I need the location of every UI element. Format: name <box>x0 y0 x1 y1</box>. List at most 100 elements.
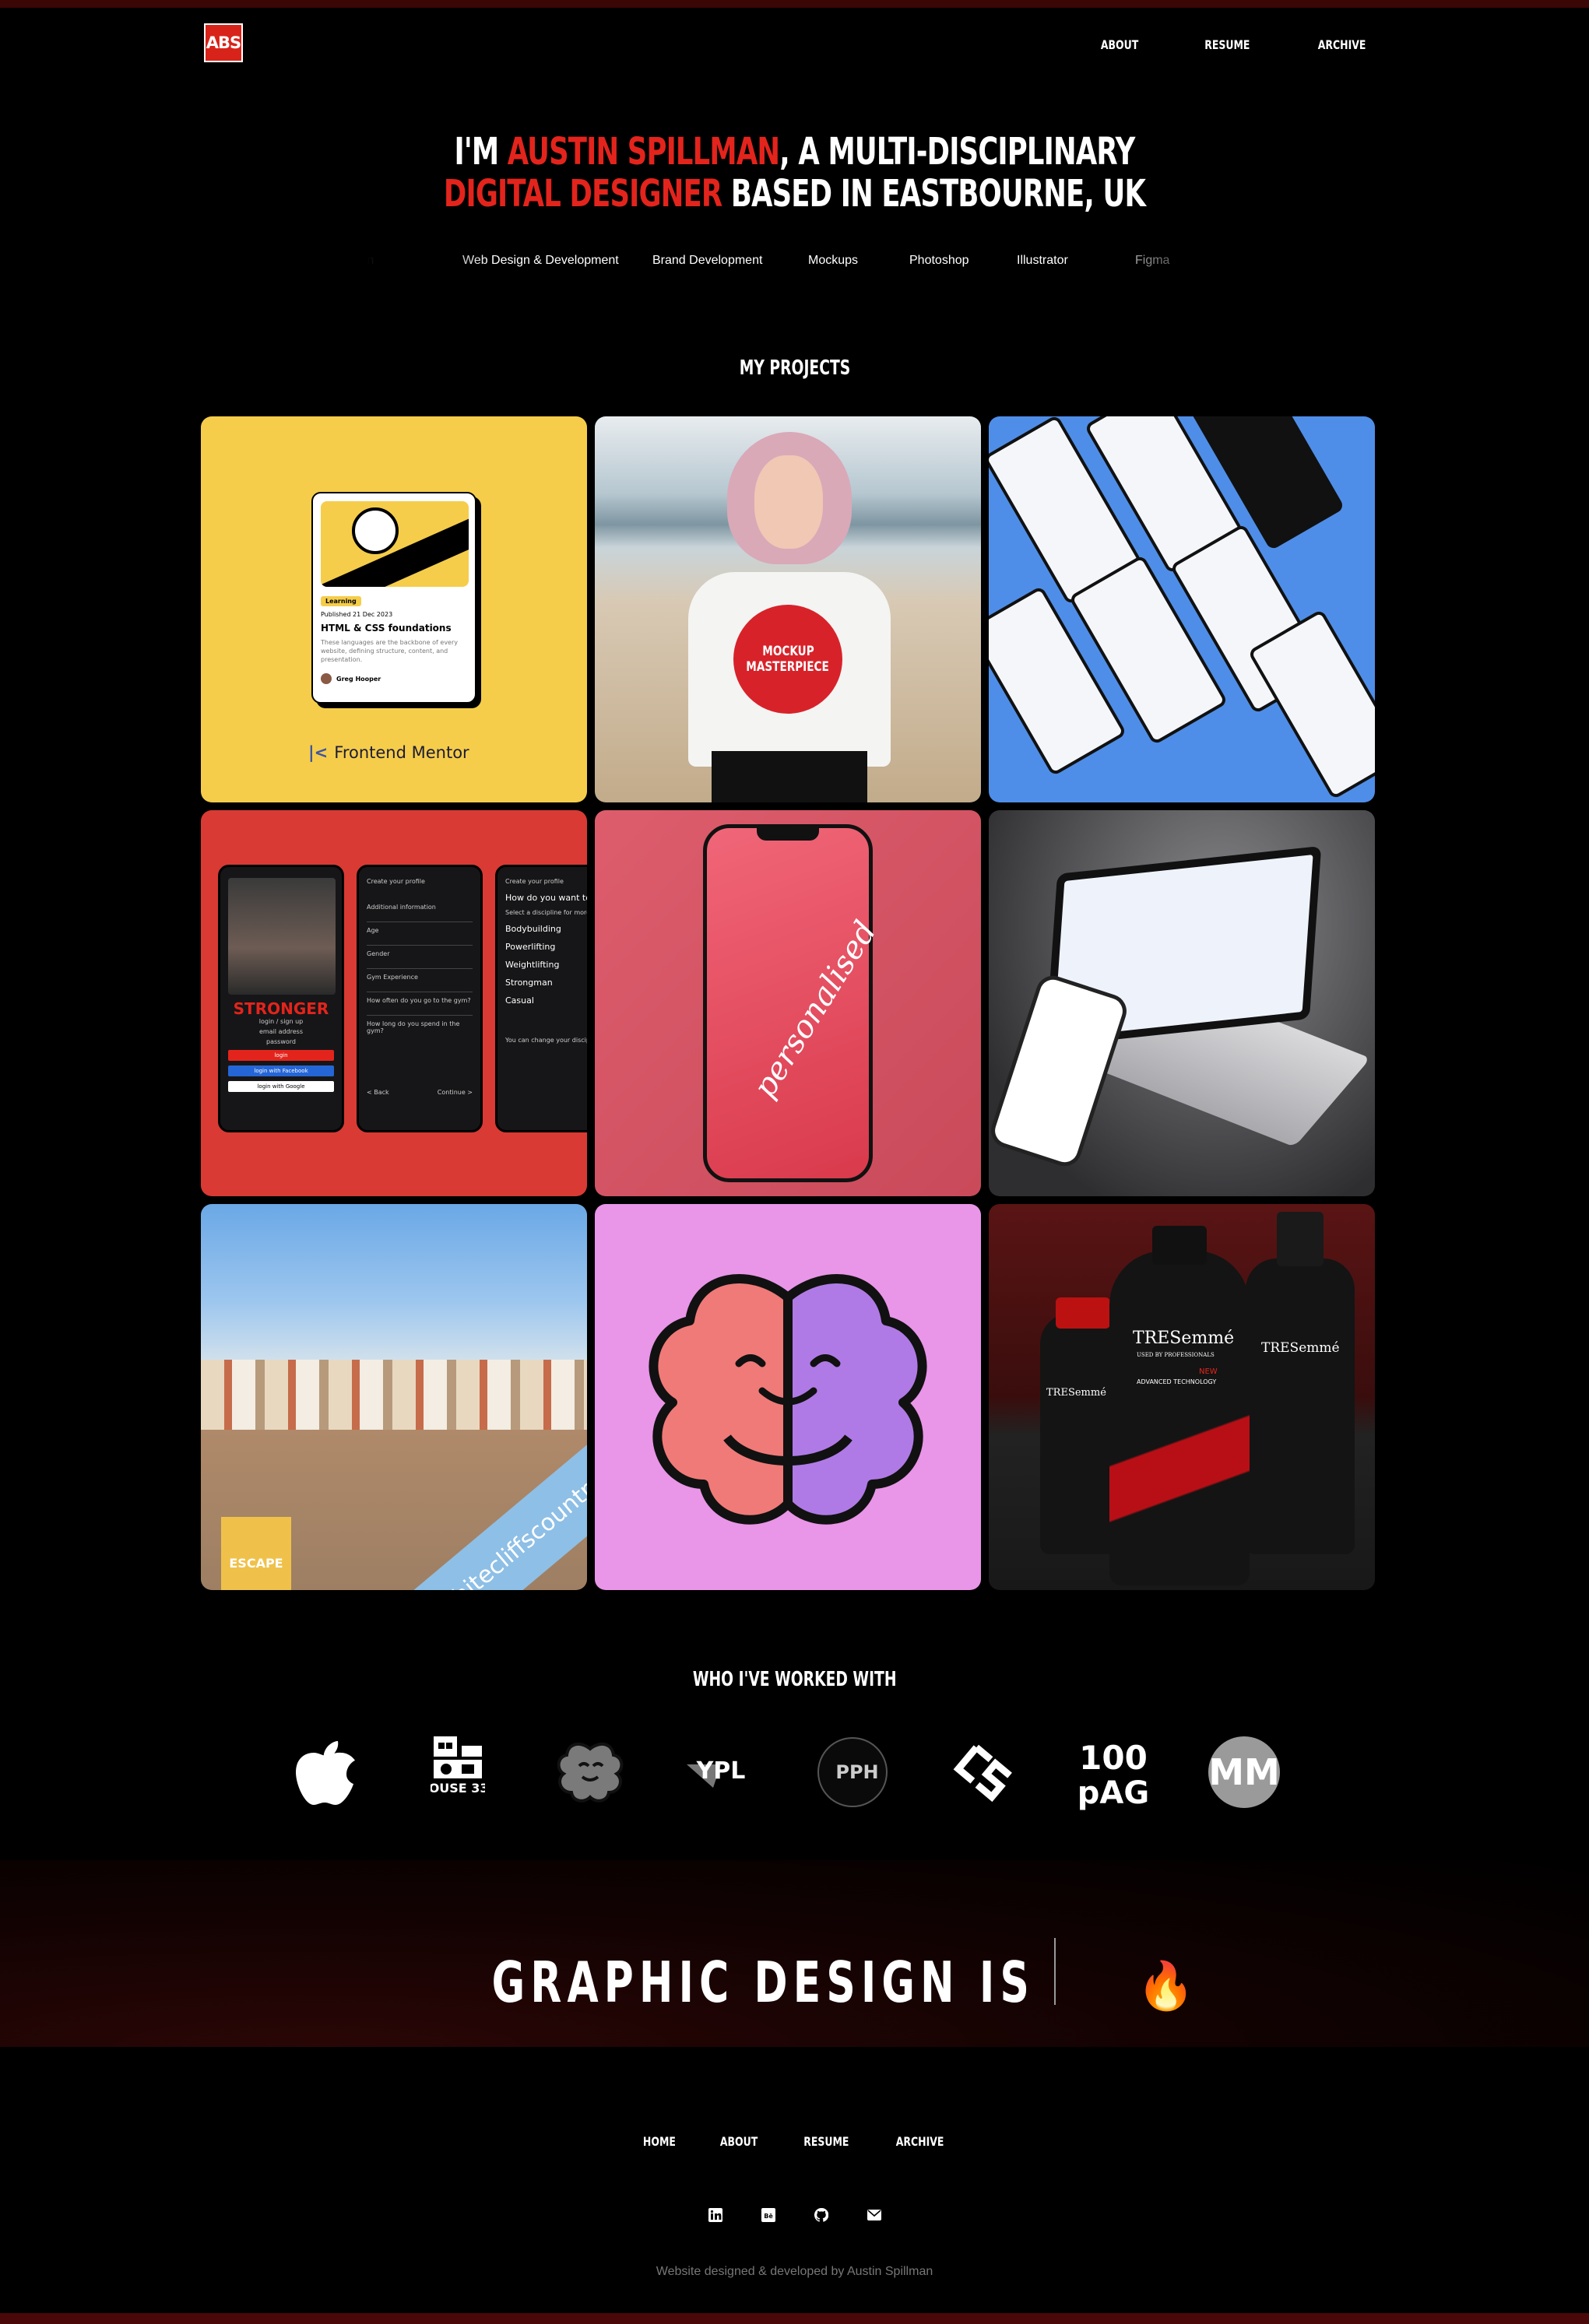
discipline-hint: Select a discipline for more information <box>505 909 587 916</box>
skill-item: Mockups <box>808 254 859 267</box>
nav-about[interactable]: ABOUT <box>1101 37 1138 52</box>
project-diamond-app[interactable] <box>989 416 1375 802</box>
label-new: NEW <box>1199 1367 1218 1376</box>
hero-name: AUSTIN SPILLMAN <box>507 130 780 174</box>
pph-logo-icon: PPH <box>814 1729 891 1815</box>
nav-archive[interactable]: ARCHIVE <box>1318 37 1366 52</box>
svg-text:HOUSE 337: HOUSE 337 <box>431 1781 485 1796</box>
tresemme-logo: TRESemmé <box>1261 1340 1340 1356</box>
fire-icon: 🔥 <box>1137 1959 1203 2013</box>
model-pants <box>712 751 867 802</box>
mockup-badge: MOCKUP MASTERPIECE <box>733 605 842 714</box>
fm-mark-icon: |< <box>308 743 329 762</box>
project-white-cliffs-country[interactable]: whitecliffscountry ESCAPE <box>201 1204 587 1590</box>
hero-location: BASED IN EASTBOURNE, UK <box>722 172 1146 216</box>
svg-text:YPL: YPL <box>696 1757 746 1785</box>
svg-text:MM: MM <box>1208 1751 1280 1793</box>
frontend-mentor-logo: |< Frontend Mentor <box>308 743 469 762</box>
apple-logo-icon <box>287 1729 364 1815</box>
card-tag: Learning <box>321 596 361 606</box>
label-sub: USED BY PROFESSIONALS <box>1137 1352 1215 1358</box>
clients-row: HOUSE 337 YPL PPH 100pAG MM <box>287 1729 1299 1815</box>
stronger-logo: STRONGER <box>233 999 329 1018</box>
abs-logo[interactable]: ABS <box>204 23 243 62</box>
google-button: login with Google <box>228 1081 334 1092</box>
red-swoosh <box>1109 1399 1250 1570</box>
skill-item: Web Design & Development <box>462 254 619 267</box>
screen-heading: Create your profile <box>505 878 564 885</box>
linkedin-icon[interactable] <box>708 2208 722 2222</box>
footer-nav-about[interactable]: ABOUT <box>719 2134 757 2149</box>
bottle-right <box>1246 1259 1355 1554</box>
svg-text:100: 100 <box>1079 1739 1148 1777</box>
label-tech: ADVANCED TECHNOLOGY <box>1137 1378 1217 1385</box>
profile-screen: Create your profile Additional informati… <box>357 865 483 1132</box>
skill-item: Figma <box>1135 254 1170 267</box>
tresemme-logo: TRESemmé <box>1046 1387 1106 1399</box>
house-337-logo-icon: HOUSE 337 <box>419 1729 497 1815</box>
gender-field: Gender <box>367 950 390 957</box>
project-tresemme[interactable]: TRESemmé USED BY PROFESSIONALS NEW ADVAN… <box>989 1204 1375 1590</box>
social-links: Bē <box>0 2208 1589 2222</box>
site-credit: Website designed & developed by Austin S… <box>656 2265 933 2278</box>
footer-nav-archive[interactable]: ARCHIVE <box>896 2134 944 2149</box>
svg-text:pAG: pAG <box>1077 1775 1149 1811</box>
card-title: HTML & CSS foundations <box>321 623 452 634</box>
hero-heading: I'M AUSTIN SPILLMAN, A MULTI-DISCIPLINAR… <box>0 131 1589 215</box>
discipline-item: Bodybuilding <box>505 924 561 934</box>
project-tshirt-mockup[interactable]: MOCKUP MASTERPIECE <box>595 416 981 802</box>
pump-cap <box>1277 1212 1324 1266</box>
email-icon[interactable] <box>867 2208 881 2222</box>
email-field: email address <box>258 1028 304 1035</box>
clients-title: WHO I'VE WORKED WITH <box>692 1668 897 1691</box>
skill-item: Illustrator <box>1017 254 1068 267</box>
discipline-item: Powerlifting <box>505 942 556 952</box>
screen-subheading: Additional information <box>367 904 436 911</box>
bottom-accent-bar <box>0 2313 1589 2324</box>
typing-cursor <box>1054 1938 1056 2005</box>
project-personalised-phone[interactable]: personalised <box>595 810 981 1196</box>
nav-resume[interactable]: RESUME <box>1204 37 1250 52</box>
hug-logo-grey-icon <box>551 1729 629 1815</box>
discipline-question: How do you want to <box>505 893 587 903</box>
ypl-logo-icon: YPL <box>682 1729 760 1815</box>
projects-grid: Learning Published 21 Dec 2023 HTML & CS… <box>201 416 1375 1590</box>
discipline-note: You can change your discipline at any ti… <box>505 1037 587 1044</box>
svg-text:PPH: PPH <box>835 1761 878 1783</box>
login-screen: STRONGER login / sign up email address p… <box>218 865 344 1132</box>
avatar <box>321 673 332 684</box>
github-icon[interactable] <box>814 2208 828 2222</box>
blog-preview-card: Learning Published 21 Dec 2023 HTML & CS… <box>311 492 476 704</box>
experience-field: Gym Experience <box>367 974 418 981</box>
cs-logo-icon <box>945 1729 1023 1815</box>
discipline-item: Casual <box>505 995 534 1006</box>
discipline-screen: Create your profile How do you want to S… <box>495 865 587 1132</box>
skill-item: Brand Development <box>652 254 763 267</box>
tagline-text: GRAPHIC DESIGN IS <box>491 1950 1035 2015</box>
escape-badge: ESCAPE <box>221 1517 291 1590</box>
seafront-houses <box>201 1360 587 1430</box>
skills-marquee: Graphic Design Web Design & Development … <box>366 254 1222 272</box>
facebook-button: login with Facebook <box>228 1065 334 1076</box>
project-frontend-mentor[interactable]: Learning Published 21 Dec 2023 HTML & CS… <box>201 416 587 802</box>
footer-nav-resume[interactable]: RESUME <box>803 2134 849 2149</box>
duration-field: How long do you spend in the gym? <box>367 1020 460 1034</box>
skill-item: Graphic Design <box>366 254 374 267</box>
footer-nav: HOME ABOUT RESUME ARCHIVE <box>0 2134 1589 2149</box>
card-banner <box>321 501 469 587</box>
project-stronger-app[interactable]: STRONGER login / sign up email address p… <box>201 810 587 1196</box>
continue-link: Continue > <box>437 1089 473 1096</box>
login-button: login <box>228 1050 334 1061</box>
100pag-logo-icon: 100 pAG <box>1074 1729 1152 1815</box>
project-jedorpg[interactable] <box>989 810 1375 1196</box>
behance-icon[interactable]: Bē <box>761 2208 775 2222</box>
login-subtitle: login / sign up <box>258 1018 304 1025</box>
projects-title: MY PROJECTS <box>739 356 850 380</box>
password-field: password <box>266 1038 296 1045</box>
project-hug-logo[interactable] <box>595 1204 981 1590</box>
card-desc: These languages are the backbone of ever… <box>321 639 458 663</box>
discipline-item: Strongman <box>505 978 553 988</box>
phone-notch <box>757 827 819 841</box>
screen-heading: Create your profile <box>367 878 425 885</box>
footer-nav-home[interactable]: HOME <box>643 2134 676 2149</box>
